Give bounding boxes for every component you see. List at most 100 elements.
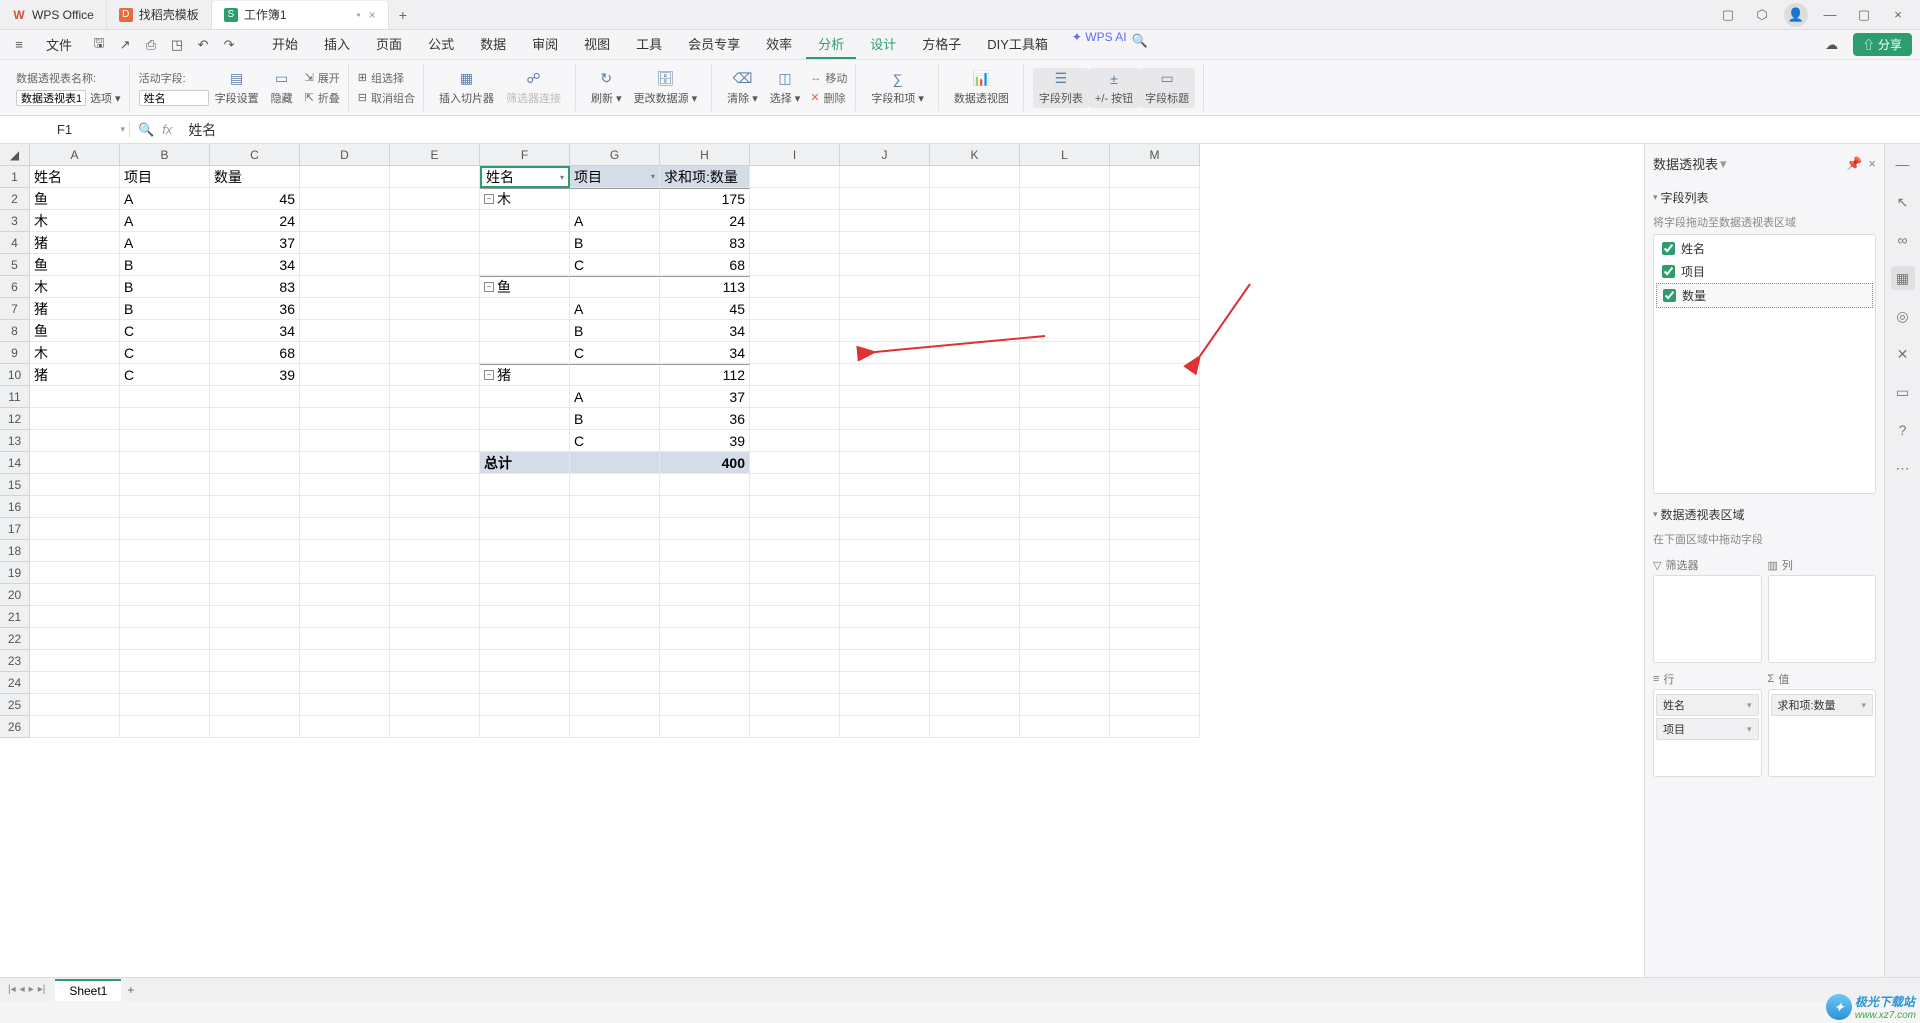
cell[interactable] (930, 276, 1020, 298)
cell[interactable]: 400 (660, 452, 750, 474)
cell[interactable] (390, 298, 480, 320)
close-panel-icon[interactable]: × (1868, 156, 1876, 172)
cell[interactable]: 34 (660, 320, 750, 342)
nav-first-icon[interactable]: |◂ (8, 984, 16, 995)
cell[interactable]: 项目▾ (570, 166, 660, 188)
cell[interactable] (30, 474, 120, 496)
cell[interactable] (480, 672, 570, 694)
cell[interactable] (120, 716, 210, 738)
row-header[interactable]: 2 (0, 188, 30, 210)
cell[interactable]: B (120, 276, 210, 298)
cell[interactable]: C (120, 364, 210, 386)
row-header[interactable]: 1 (0, 166, 30, 188)
cell[interactable] (930, 672, 1020, 694)
share-button[interactable]: ⇧ 分享 (1853, 33, 1912, 56)
cell[interactable] (570, 496, 660, 518)
cell[interactable] (1110, 386, 1200, 408)
cell[interactable] (840, 430, 930, 452)
cell[interactable] (840, 298, 930, 320)
cell[interactable] (930, 408, 1020, 430)
cell[interactable] (750, 562, 840, 584)
cell[interactable] (390, 672, 480, 694)
cell[interactable] (840, 716, 930, 738)
cell[interactable] (390, 342, 480, 364)
fx-search-icon[interactable]: 🔍 (138, 122, 154, 138)
cell[interactable] (840, 232, 930, 254)
cell[interactable] (930, 452, 1020, 474)
cell[interactable] (570, 518, 660, 540)
cell[interactable] (480, 408, 570, 430)
nav-last-icon[interactable]: ▸| (38, 984, 46, 995)
strip-note-icon[interactable]: ▭ (1891, 380, 1915, 404)
search-icon[interactable]: 🔍 (1129, 30, 1151, 52)
cell[interactable] (930, 518, 1020, 540)
maximize-icon[interactable]: ▢ (1852, 3, 1876, 27)
cell[interactable] (930, 584, 1020, 606)
cell[interactable] (1020, 716, 1110, 738)
cell[interactable]: C (120, 320, 210, 342)
cell[interactable] (1020, 672, 1110, 694)
cell[interactable] (660, 496, 750, 518)
cell[interactable] (1020, 320, 1110, 342)
col-header[interactable]: D (300, 144, 390, 166)
cell[interactable] (570, 562, 660, 584)
cell[interactable] (840, 342, 930, 364)
fx-icon[interactable]: fx (162, 122, 172, 137)
cell[interactable] (660, 474, 750, 496)
cell[interactable] (480, 606, 570, 628)
cell[interactable] (1110, 232, 1200, 254)
tab-design[interactable]: 设计 (858, 30, 908, 59)
cell[interactable] (30, 694, 120, 716)
cell[interactable] (840, 474, 930, 496)
cell[interactable] (30, 628, 120, 650)
ungroup-button[interactable]: ⊟ 取消组合 (358, 90, 415, 106)
cell[interactable] (930, 254, 1020, 276)
cell[interactable] (480, 430, 570, 452)
cell[interactable] (120, 474, 210, 496)
cell[interactable] (1110, 540, 1200, 562)
cell[interactable] (1020, 364, 1110, 386)
cell[interactable] (30, 452, 120, 474)
tab-view[interactable]: 视图 (572, 30, 622, 59)
cell[interactable] (30, 716, 120, 738)
row-header[interactable]: 19 (0, 562, 30, 584)
app-tab-workbook[interactable]: S 工作簿1 • × (212, 1, 389, 29)
pivot-chart-button[interactable]: 📊数据透视图 (948, 68, 1015, 108)
cell[interactable]: 项目 (120, 166, 210, 188)
cell[interactable] (570, 694, 660, 716)
cell[interactable] (750, 408, 840, 430)
cell[interactable] (30, 562, 120, 584)
nav-next-icon[interactable]: ▸ (29, 984, 34, 995)
cell[interactable]: 68 (210, 342, 300, 364)
cell[interactable] (390, 650, 480, 672)
cell[interactable] (840, 672, 930, 694)
cell[interactable] (1110, 210, 1200, 232)
plus-minus-toggle[interactable]: ±+/- 按钮 (1089, 68, 1139, 108)
delete-button[interactable]: ✕ 删除 (810, 90, 847, 106)
cell[interactable] (570, 716, 660, 738)
cell[interactable] (1110, 474, 1200, 496)
strip-help-icon[interactable]: ? (1891, 418, 1915, 442)
cell[interactable]: 45 (210, 188, 300, 210)
nav-prev-icon[interactable]: ◂ (20, 984, 25, 995)
cell[interactable] (930, 188, 1020, 210)
cell[interactable] (390, 628, 480, 650)
cell[interactable] (300, 540, 390, 562)
save-icon[interactable]: 🖫 (88, 34, 110, 56)
cell[interactable]: 鱼 (30, 320, 120, 342)
cell[interactable] (1020, 628, 1110, 650)
cell[interactable] (750, 452, 840, 474)
cell[interactable] (480, 232, 570, 254)
cell[interactable] (1020, 386, 1110, 408)
cell[interactable] (480, 210, 570, 232)
cell[interactable] (390, 474, 480, 496)
cell[interactable] (1110, 562, 1200, 584)
cell[interactable] (570, 474, 660, 496)
cell[interactable] (210, 672, 300, 694)
tab-formula[interactable]: 公式 (416, 30, 466, 59)
cell[interactable] (30, 650, 120, 672)
cell[interactable] (210, 430, 300, 452)
cell[interactable] (210, 474, 300, 496)
cell[interactable] (1110, 320, 1200, 342)
row-header[interactable]: 26 (0, 716, 30, 738)
